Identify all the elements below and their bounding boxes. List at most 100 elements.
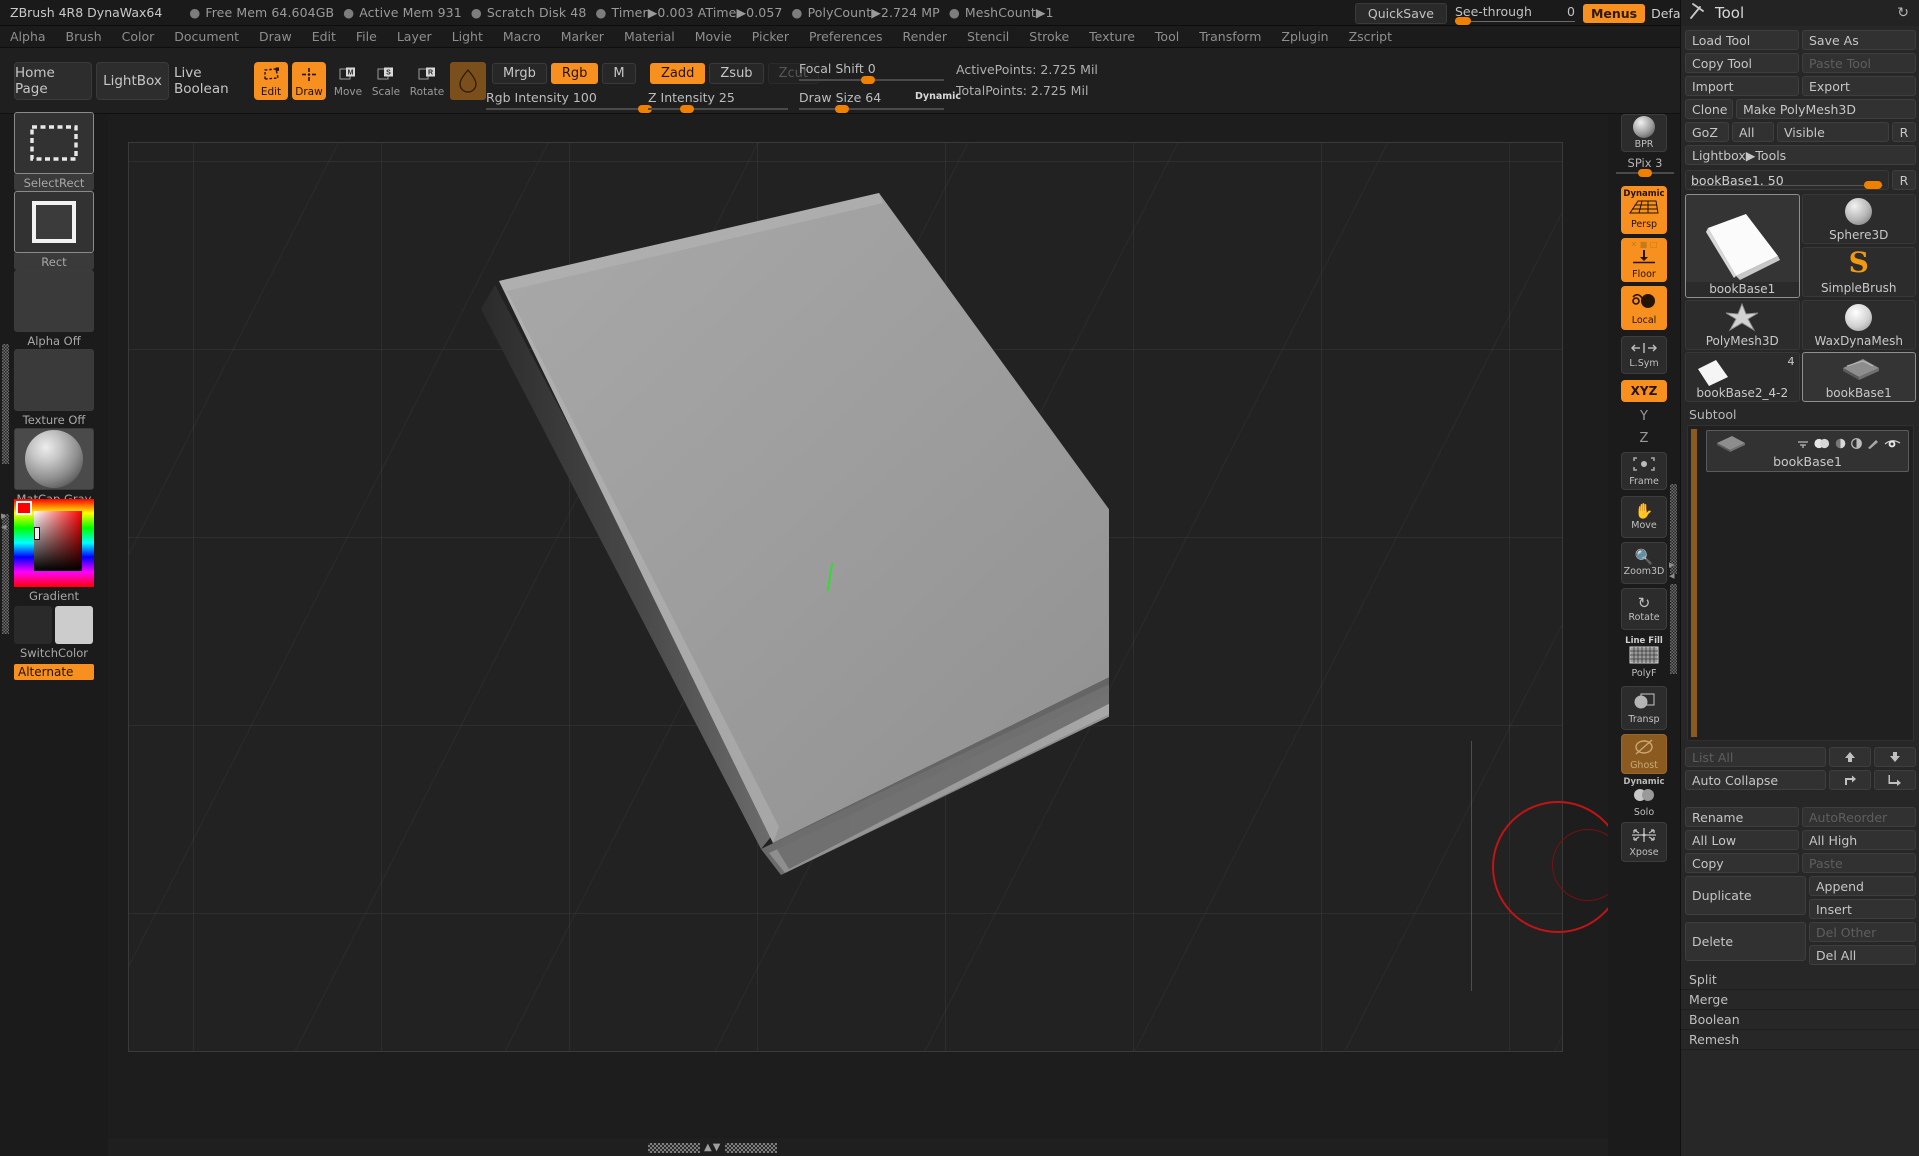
select-rect-swatch[interactable]: SelectRect xyxy=(14,112,94,191)
xpose-button[interactable]: Xpose xyxy=(1621,822,1667,862)
all-high-button[interactable]: All High xyxy=(1802,830,1916,850)
save-as-button[interactable]: Save As xyxy=(1802,30,1916,50)
autoreorder-button[interactable]: AutoReorder xyxy=(1802,807,1916,827)
rotate-mode-button[interactable]: R Rotate xyxy=(408,62,446,100)
menu-document[interactable]: Document xyxy=(164,26,249,48)
frame-button[interactable]: Frame xyxy=(1621,452,1667,490)
menu-tool[interactable]: Tool xyxy=(1145,26,1189,48)
xyz-symmetry-button[interactable]: XYZ xyxy=(1621,380,1667,402)
menus-button[interactable]: Menus xyxy=(1583,4,1645,23)
menu-alpha[interactable]: Alpha xyxy=(0,26,56,48)
draw-size-knob[interactable] xyxy=(835,105,849,113)
boolean-section-button[interactable]: Boolean xyxy=(1681,1010,1919,1030)
tool-item-bookbase1-gray[interactable]: bookBase1 xyxy=(1802,352,1917,402)
bpr-render-button[interactable]: BPR xyxy=(1621,114,1667,152)
import-button[interactable]: Import xyxy=(1685,76,1799,96)
tool-item-sphere3d[interactable]: Sphere3D xyxy=(1802,194,1917,244)
list-all-button[interactable]: List All xyxy=(1685,747,1826,767)
m-button[interactable]: M xyxy=(602,63,635,84)
lightbox-button[interactable]: LightBox xyxy=(96,62,169,100)
group-right-button[interactable] xyxy=(1829,770,1871,790)
menu-picker[interactable]: Picker xyxy=(742,26,799,48)
auto-collapse-button[interactable]: Auto Collapse xyxy=(1685,770,1826,790)
goz-visible-button[interactable]: Visible xyxy=(1777,122,1889,142)
menu-macro[interactable]: Macro xyxy=(493,26,551,48)
polypaint-icon[interactable] xyxy=(1835,434,1846,453)
menu-zscript[interactable]: Zscript xyxy=(1339,26,1402,48)
scroller-hatch-left[interactable] xyxy=(648,1143,700,1153)
polyframe-button[interactable]: Line Fill PolyF xyxy=(1621,634,1667,682)
color-current-swatch[interactable] xyxy=(16,501,32,515)
live-boolean-button[interactable]: Live Boolean xyxy=(173,62,251,100)
move-mode-button[interactable]: M Move xyxy=(331,62,365,100)
menu-material[interactable]: Material xyxy=(614,26,685,48)
delete-button[interactable]: Delete xyxy=(1685,922,1806,961)
menu-transform[interactable]: Transform xyxy=(1189,26,1271,48)
draw-mode-button[interactable]: Draw xyxy=(292,62,326,100)
book-model-3d[interactable] xyxy=(349,163,1109,893)
primary-color-swatch[interactable] xyxy=(55,606,93,644)
append-button[interactable]: Append xyxy=(1809,876,1916,896)
subtool-item-bookbase1[interactable]: bookBase1 xyxy=(1706,430,1909,472)
home-page-button[interactable]: Home Page xyxy=(14,62,92,100)
color-picker[interactable]: Gradient xyxy=(14,499,94,599)
del-all-button[interactable]: Del All xyxy=(1809,945,1916,965)
insert-button[interactable]: Insert xyxy=(1809,899,1916,919)
menu-stencil[interactable]: Stencil xyxy=(957,26,1019,48)
alternate-button[interactable]: Alternate xyxy=(14,664,94,680)
split-section-button[interactable]: Split xyxy=(1681,970,1919,990)
local-transform-button[interactable]: Local xyxy=(1621,286,1667,330)
group-down-button[interactable] xyxy=(1874,770,1916,790)
menu-marker[interactable]: Marker xyxy=(551,26,614,48)
secondary-color-swatch[interactable] xyxy=(14,606,52,644)
paste-tool-button[interactable]: Paste Tool xyxy=(1802,53,1916,73)
left-shelf-flip-icon[interactable]: ▸◂ xyxy=(1,510,7,532)
subtool-scrollbar[interactable] xyxy=(1691,429,1697,737)
menu-edit[interactable]: Edit xyxy=(302,26,346,48)
duplicate-button[interactable]: Duplicate xyxy=(1685,876,1806,915)
item-info-r-button[interactable]: R xyxy=(1892,170,1916,190)
ghost-button[interactable]: Ghost xyxy=(1621,734,1667,774)
right-shelf-flip-icon[interactable]: ▸◂ xyxy=(1669,559,1675,581)
left-shelf-hatch-top[interactable] xyxy=(2,344,9,464)
menu-file[interactable]: File xyxy=(346,26,387,48)
right-shelf-hatch-bottom[interactable] xyxy=(1670,584,1677,674)
move-down-button[interactable] xyxy=(1874,747,1916,767)
scale-mode-button[interactable]: S Scale xyxy=(369,62,403,100)
lightbox-tools-button[interactable]: Lightbox▶Tools xyxy=(1685,145,1916,165)
edit-mode-button[interactable]: Edit xyxy=(254,62,288,100)
subtool-list[interactable]: bookBase1 xyxy=(1687,425,1914,741)
z-intensity-knob[interactable] xyxy=(680,105,694,113)
load-tool-button[interactable]: Load Tool xyxy=(1685,30,1799,50)
menu-zplugin[interactable]: Zplugin xyxy=(1271,26,1338,48)
color-sv-handle[interactable] xyxy=(34,527,40,540)
perspective-button[interactable]: Dynamic Persp xyxy=(1621,186,1667,234)
tool-item-simplebrush[interactable]: S SimpleBrush xyxy=(1802,247,1917,297)
spix-slider[interactable]: SPix 3 xyxy=(1616,156,1674,174)
menu-draw[interactable]: Draw xyxy=(249,26,302,48)
menu-layer[interactable]: Layer xyxy=(387,26,442,48)
menu-color[interactable]: Color xyxy=(112,26,165,48)
color-sv-square[interactable] xyxy=(34,511,82,571)
rename-button[interactable]: Rename xyxy=(1685,807,1799,827)
move-up-button[interactable] xyxy=(1829,747,1871,767)
goz-all-button[interactable]: All xyxy=(1732,122,1774,142)
paste-button[interactable]: Paste xyxy=(1802,853,1916,873)
menu-texture[interactable]: Texture xyxy=(1079,26,1145,48)
item-info-knob[interactable] xyxy=(1864,181,1882,189)
zadd-button[interactable]: Zadd xyxy=(650,63,705,84)
copy-tool-button[interactable]: Copy Tool xyxy=(1685,53,1799,73)
current-brush-button[interactable] xyxy=(450,62,486,100)
smooth-icon[interactable] xyxy=(1797,434,1809,453)
goz-button[interactable]: GoZ xyxy=(1685,122,1729,142)
menu-stroke[interactable]: Stroke xyxy=(1019,26,1079,48)
tool-item-waxdynamesh[interactable]: WaxDynaMesh xyxy=(1802,300,1917,350)
transparency-toggle-icon[interactable] xyxy=(1851,434,1862,453)
see-through-knob[interactable] xyxy=(1455,17,1471,25)
goz-r-button[interactable]: R xyxy=(1892,122,1916,142)
tool-item-polymesh3d[interactable]: PolyMesh3D xyxy=(1685,300,1800,350)
quicksave-button[interactable]: QuickSave xyxy=(1355,3,1447,24)
rgb-button[interactable]: Rgb xyxy=(551,63,599,84)
reset-icon[interactable]: ↻ xyxy=(1897,5,1909,21)
y-symmetry-button[interactable]: Y xyxy=(1621,406,1667,426)
